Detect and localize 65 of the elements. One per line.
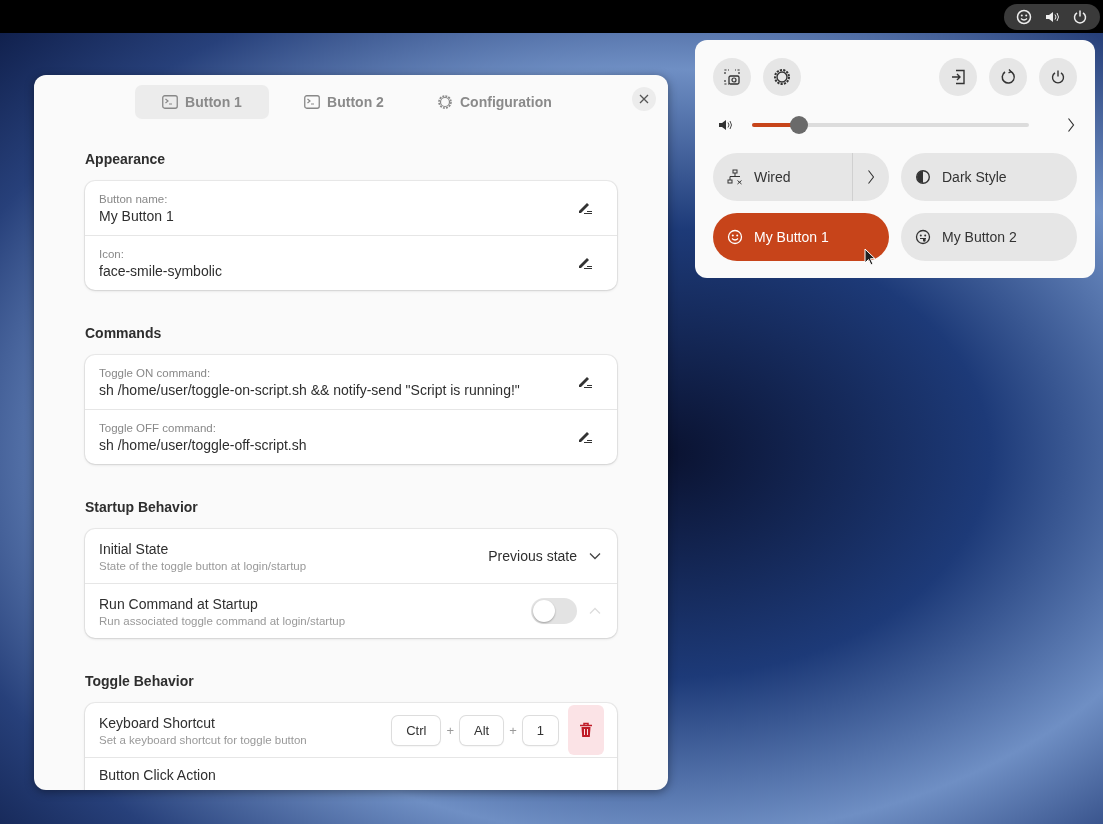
system-indicator-button[interactable] [1004, 3, 1100, 30]
close-icon [639, 94, 649, 104]
logout-button[interactable] [939, 58, 977, 96]
row-title: Keyboard Shortcut [99, 714, 216, 731]
smiley-icon [1016, 8, 1032, 25]
logout-icon [950, 69, 966, 85]
field-label: Toggle ON command: [99, 366, 212, 379]
terminal-icon [162, 95, 179, 109]
edit-icon[interactable] [577, 256, 593, 270]
key-cap: 1 [522, 715, 558, 745]
screenshot-button[interactable] [713, 58, 751, 96]
row-title: Run Command at Startup [99, 595, 259, 612]
slider-thumb[interactable] [790, 116, 809, 134]
field-value[interactable]: sh /home/user/toggle-off-script.sh [99, 436, 577, 453]
gear-icon [437, 94, 453, 110]
row-subtitle: Run associated toggle command at login/startup [99, 614, 347, 627]
row-title: Initial State [99, 540, 170, 557]
chevron-right-icon[interactable] [867, 169, 875, 185]
field-label: Toggle OFF command: [99, 421, 217, 434]
volume-icon [718, 118, 734, 132]
field-value[interactable]: My Button 1 [99, 207, 577, 224]
edit-icon[interactable] [577, 201, 593, 215]
field-value[interactable]: sh /home/user/toggle-on-script.sh && notify-send "Script is running!" [99, 381, 577, 398]
field-label: Button name: [99, 192, 169, 205]
section-heading: Toggle Behavior [85, 673, 195, 689]
quick-toggle[interactable]: My Button 2 [901, 213, 1077, 261]
camera-icon [724, 69, 740, 85]
smiley-icon [727, 229, 743, 245]
edit-icon[interactable] [577, 430, 593, 444]
close-button[interactable] [632, 87, 656, 111]
volume-slider[interactable] [752, 116, 1029, 134]
quick-toggle[interactable]: Wired [713, 153, 889, 201]
restart-button[interactable] [989, 58, 1027, 96]
trash-icon [579, 722, 593, 738]
key-cap: Ctrl [392, 715, 441, 745]
edit-icon[interactable] [577, 375, 593, 389]
row-title: Button Click Action [99, 767, 217, 783]
chevron-right-icon[interactable] [1067, 117, 1075, 133]
contrast-icon [915, 169, 931, 185]
mouse-pointer-icon [864, 248, 876, 266]
section-heading: Appearance [85, 151, 167, 167]
terminal-icon [304, 95, 321, 109]
section-heading: Startup Behavior [85, 499, 199, 515]
settings-icon [773, 68, 791, 86]
power-button[interactable] [1039, 58, 1077, 96]
restart-icon [1000, 69, 1016, 85]
quick-toggle[interactable]: Dark Style [901, 153, 1077, 201]
field-value[interactable]: face-smile-symbolic [99, 262, 577, 279]
key-cap: Alt [460, 715, 504, 745]
plus-sign: + [446, 722, 454, 738]
power-icon [1050, 69, 1066, 85]
quick-toggle[interactable]: My Button 1 [713, 213, 889, 261]
state-dropdown[interactable]: Previous state [488, 548, 601, 564]
section-heading: Commands [85, 325, 163, 341]
row-subtitle: State of the toggle button at login/startup [99, 559, 308, 572]
network-icon [727, 169, 743, 185]
plus-sign: + [509, 722, 517, 738]
delete-button[interactable] [568, 705, 604, 755]
field-label: Icon: [99, 247, 125, 260]
power-icon [1072, 8, 1088, 25]
toggle-switch[interactable] [531, 598, 577, 624]
smiley-tongue-icon [915, 229, 931, 245]
row-subtitle: Set a keyboard shortcut for toggle button [99, 733, 308, 746]
chevron-down-icon [589, 552, 601, 560]
settings-button[interactable] [763, 58, 801, 96]
